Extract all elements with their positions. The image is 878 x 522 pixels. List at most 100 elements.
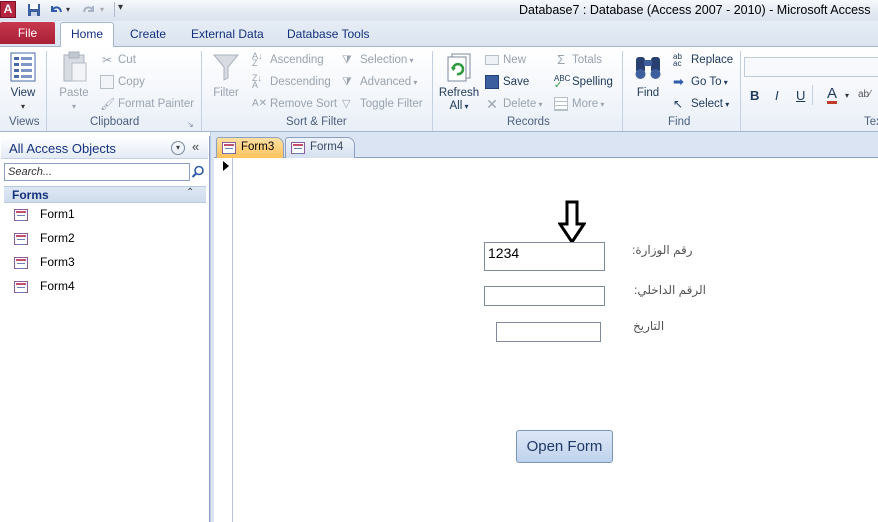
italic-button[interactable]: I [775,88,779,103]
filter-label: Filter [213,87,239,99]
ribbon: View ▾ Views Paste ▾ ✂ Cut Copy 🖌 Format P… [0,46,878,132]
filter-button[interactable]: Filter [209,51,243,100]
collapse-group-icon[interactable]: ⌃ [186,187,194,198]
form-icon [222,142,236,154]
refresh-all-button[interactable]: Refresh All ▾ [437,51,481,113]
tab-database-tools[interactable]: Database Tools [287,24,370,44]
doc-tab-label: Form4 [310,141,344,153]
doc-tab-form3[interactable]: Form3 [216,137,284,158]
form-icon [291,142,305,154]
font-color-button[interactable]: A [827,86,838,104]
group-separator [740,51,741,131]
paste-label: Paste [59,87,89,99]
save-icon[interactable] [27,3,41,17]
paintbrush-icon: 🖌 [100,96,116,111]
forms-group-header[interactable]: Forms ⌃ [4,186,206,203]
clipboard-launcher-icon[interactable]: ↘ [187,120,194,129]
replace-button[interactable]: ab ac Replace [673,52,733,68]
advanced-label: Advanced [360,76,412,88]
goto-button[interactable]: ➡ Go To ▾ [673,74,728,91]
find-button[interactable]: Find [630,51,666,100]
spelling-label: Spelling [572,76,613,88]
redo-dropdown-icon[interactable]: ▾ [100,5,104,14]
paste-button[interactable]: Paste ▾ [56,51,92,113]
new-label: New [503,54,527,66]
nav-item-label: Form4 [40,279,75,293]
doc-tab-form4[interactable]: Form4 [285,137,355,158]
search-icon[interactable] [191,165,205,179]
nav-item-form3[interactable]: Form3 [14,252,75,272]
current-record-arrow-icon [223,161,229,171]
tab-external-data[interactable]: External Data [191,24,264,44]
underline-button[interactable]: U [796,88,805,103]
down-arrow-icon [558,200,586,245]
group-separator [201,51,202,131]
nav-item-form2[interactable]: Form2 [14,228,75,248]
find-label: Find [636,87,660,99]
ascending-button[interactable]: A↓ Z Ascending [252,51,324,68]
customize-qat-icon[interactable]: ▾ [118,2,123,13]
undo-dropdown-icon[interactable]: ▾ [66,5,70,14]
bold-button[interactable]: B [750,88,759,103]
toggle-filter-button[interactable]: ▽ Toggle Filter [342,96,423,112]
new-record-button[interactable]: New [485,52,526,68]
spelling-button[interactable]: ABC ✓ Spelling [554,74,613,90]
select-button[interactable]: ↖ Select ▾ [673,96,729,113]
more-button[interactable]: More ▾ [554,96,604,113]
advanced-button[interactable]: ⧩ Advanced ▾ [342,74,417,91]
cut-label: Cut [118,54,136,66]
select-label: Select [691,98,723,110]
sort-filter-group-label: Sort & Filter [286,116,347,128]
tab-file[interactable]: File [0,22,55,44]
replace-label: Replace [691,54,734,66]
save-record-button[interactable]: Save [485,74,529,90]
nav-item-label: Form2 [40,231,75,245]
tab-home[interactable]: Home [60,22,114,47]
descending-button[interactable]: Z↓ A Descending [252,73,331,90]
toggle-filter-icon: ▽ [342,97,351,110]
format-painter-button[interactable]: 🖌 Format Painter [100,96,194,112]
text-group-label: Tex [864,116,878,128]
tab-create[interactable]: Create [130,24,166,44]
redo-icon[interactable] [82,3,96,17]
nav-item-form4[interactable]: Form4 [14,276,75,296]
delete-label: Delete [503,98,537,110]
nav-pane-header[interactable]: All Access Objects ▾ « [1,137,208,159]
ministry-number-field[interactable]: 1234 [484,242,605,271]
clipboard-group-label: Clipboard [90,116,140,128]
cut-button[interactable]: ✂ Cut [100,52,136,68]
group-separator [812,85,813,105]
collapse-pane-icon[interactable]: « [192,139,199,154]
font-color-dropdown-icon[interactable]: ▾ [845,91,849,100]
format-painter-label: Format Painter [118,98,195,110]
title-bar: A ▾ ▾ ▾ Database7 : Database (Access 200… [0,0,878,21]
more-grid-icon [554,96,568,111]
goto-arrow-icon: ➡ [673,73,684,89]
record-selector[interactable] [214,158,233,522]
totals-button[interactable]: Σ Totals [554,52,602,68]
view-label: View [10,87,36,99]
copy-button[interactable]: Copy [100,74,145,90]
selection-filter-icon: ⧩ [342,53,352,66]
internal-number-field[interactable] [484,286,605,306]
font-name-combobox[interactable] [744,57,878,77]
remove-sort-button[interactable]: A✕ Remove Sort [252,96,337,112]
date-field[interactable] [496,322,601,342]
delete-record-button[interactable]: ✕ Delete ▾ [485,96,542,113]
forms-group-title: Forms [12,188,49,202]
binoculars-icon [635,57,661,79]
access-app-icon[interactable]: A [0,1,16,18]
nav-menu-chevron-icon[interactable]: ▾ [171,141,185,155]
refresh-icon [447,53,471,82]
internal-number-label: الرقم الداخلي: [634,283,707,297]
nav-search-input[interactable]: Search... [4,163,190,181]
open-form-button[interactable]: Open Form [516,430,613,463]
save-label: Save [503,76,530,88]
selection-button[interactable]: ⧩ Selection ▾ [342,52,414,69]
highlight-icon[interactable]: ab⁄ [858,89,871,100]
view-dropdown-icon: ▾ [20,102,25,111]
undo-icon[interactable] [49,3,63,17]
nav-item-form1[interactable]: Form1 [14,204,75,224]
doc-tab-label: Form3 [241,141,275,153]
view-button[interactable]: View ▾ [6,51,40,113]
